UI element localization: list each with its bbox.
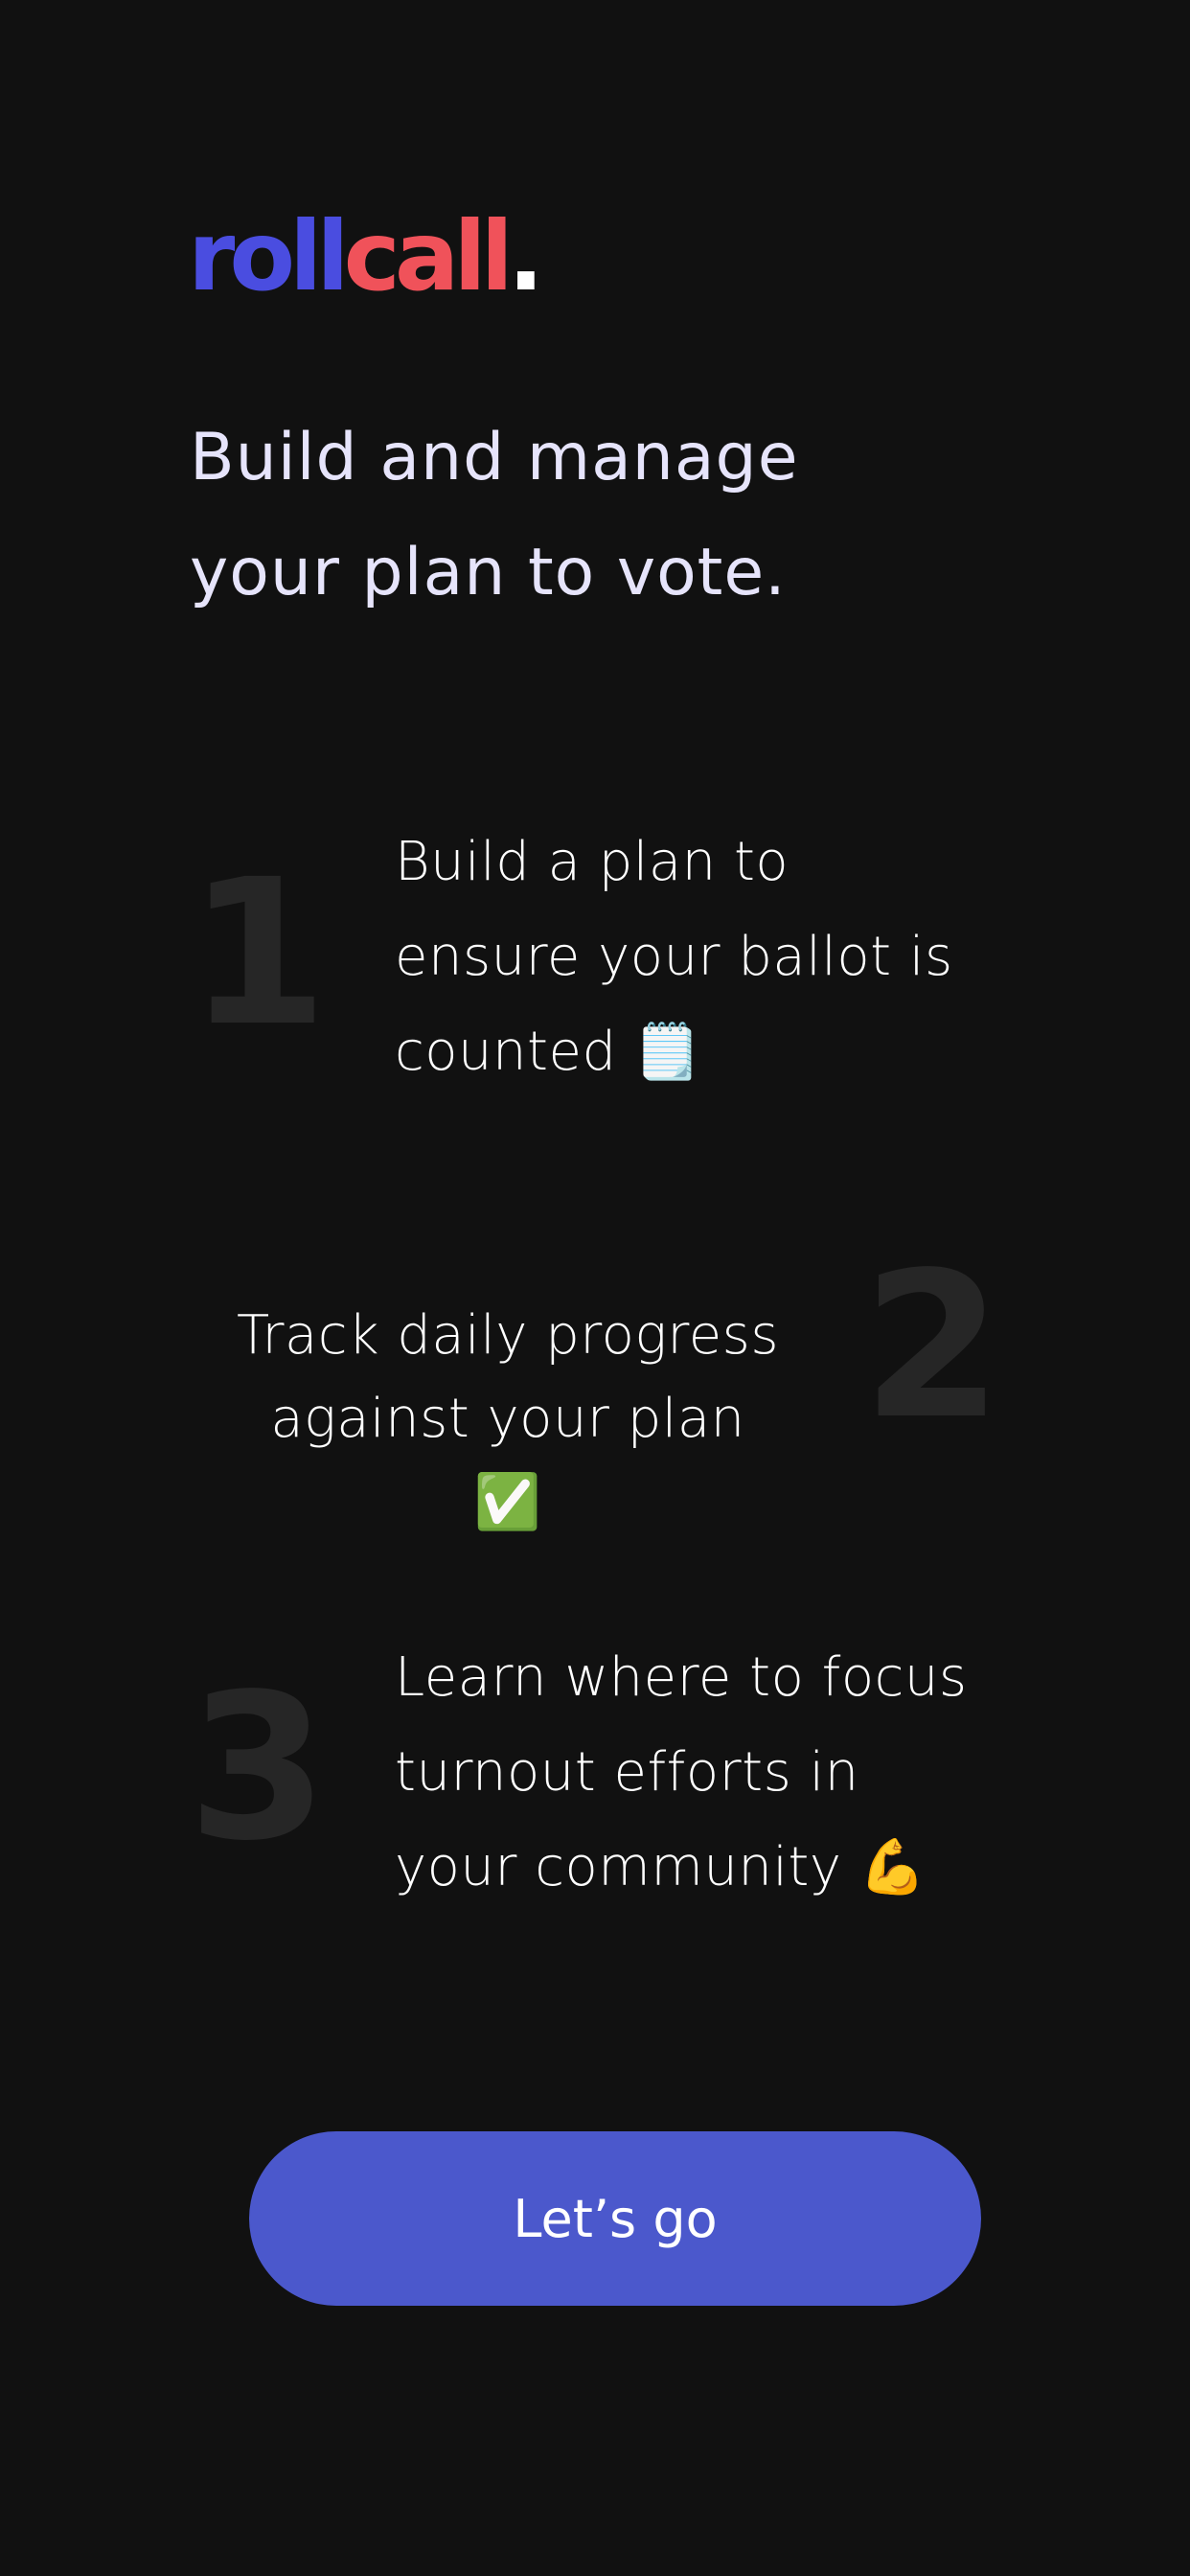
logo-call-text: call <box>343 200 514 312</box>
step-2-line-1: Track daily progress <box>236 1304 780 1367</box>
step-2-line-2: against your plan ✅ <box>270 1388 745 1533</box>
logo-dot: . <box>507 200 544 312</box>
step-1-number: 1 <box>188 836 329 1070</box>
step-1-text: Build a plan to ensure your ballot is co… <box>395 815 1008 1099</box>
step-3-line-3: your community 💪 <box>395 1836 927 1898</box>
page-headline: Build and manage your plan to vote. <box>190 401 1052 631</box>
lets-go-button[interactable]: Let’s go <box>249 2131 981 2306</box>
headline-line-1: Build and manage <box>190 420 799 495</box>
step-1-line-2: ensure your ballot is <box>395 926 953 988</box>
lets-go-label: Let’s go <box>513 2188 718 2249</box>
step-3-line-1: Learn where to focus <box>395 1646 968 1709</box>
step-1-line-3: counted 🗒️ <box>395 1021 702 1083</box>
step-3-text: Learn where to focus turnout efforts in … <box>395 1630 1008 1915</box>
step-3-number: 3 <box>188 1650 329 1885</box>
step-3-line-2: turnout efforts in <box>395 1741 859 1804</box>
app-logo: rollcall. <box>188 209 544 305</box>
headline-line-2: your plan to vote. <box>190 535 787 610</box>
step-2-number: 2 <box>862 1229 1003 1463</box>
logo-roll-text: roll <box>188 200 350 312</box>
step-2-text: Track daily progress against your plan ✅ <box>230 1294 786 1544</box>
step-1-line-1: Build a plan to <box>395 831 790 893</box>
